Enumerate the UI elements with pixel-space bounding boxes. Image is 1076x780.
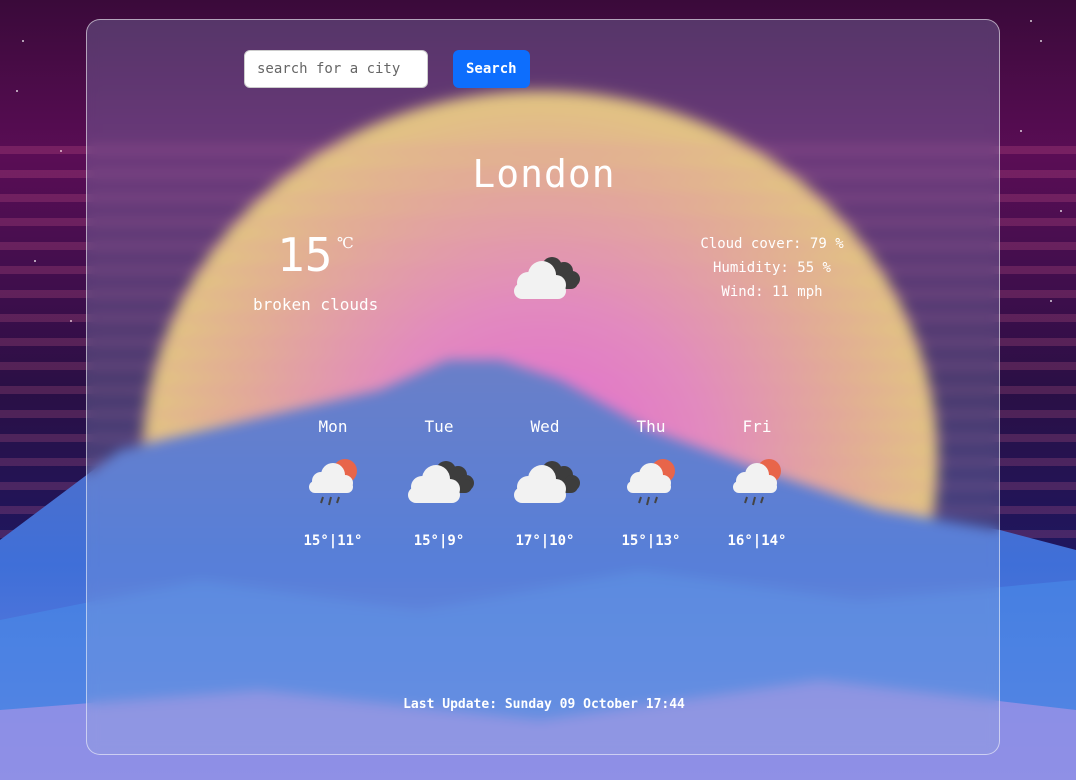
weather-details: Cloud cover: 79 % Humidity: 55 % Wind: 1… — [677, 232, 867, 304]
city-name: London — [472, 152, 616, 196]
last-update-text: Last Update: Sunday 09 October 17:44 — [403, 697, 685, 712]
forecast-day: Tue 15°|9° — [386, 417, 492, 549]
city-search-input[interactable] — [244, 50, 428, 88]
forecast-day: Mon 15°|11° — [280, 417, 386, 549]
forecast-temp-range: 15°|9° — [413, 533, 465, 549]
forecast-day: Fri 16°|14° — [704, 417, 810, 549]
rain-sun-icon — [598, 457, 704, 517]
wind-text: Wind: 11 mph — [721, 284, 823, 300]
forecast-day-name: Thu — [636, 417, 666, 436]
forecast-temp-range: 16°|14° — [727, 533, 787, 549]
forecast-temp-range: 15°|13° — [621, 533, 681, 549]
broken-clouds-icon — [386, 457, 492, 517]
forecast-temp-range: 17°|10° — [515, 533, 575, 549]
rain-sun-icon — [704, 457, 810, 517]
temperature-unit: ℃ — [337, 234, 354, 252]
weather-card: Search London 15 ℃ broken clouds Cloud c… — [86, 19, 1000, 755]
current-temperature: 15 — [277, 228, 333, 282]
cloud-cover-text: Cloud cover: 79 % — [700, 236, 844, 252]
rain-sun-icon — [280, 457, 386, 517]
forecast-day-name: Mon — [318, 417, 348, 436]
broken-clouds-icon — [508, 253, 582, 305]
weather-description: broken clouds — [253, 295, 379, 314]
search-button[interactable]: Search — [453, 50, 530, 88]
forecast-day-name: Tue — [424, 417, 454, 436]
forecast-day: Thu 15°|13° — [598, 417, 704, 549]
humidity-text: Humidity: 55 % — [712, 260, 831, 276]
forecast-day-name: Fri — [742, 417, 772, 436]
forecast-temp-range: 15°|11° — [303, 533, 363, 549]
forecast-day: Wed 17°|10° — [492, 417, 598, 549]
broken-clouds-icon — [492, 457, 598, 517]
forecast-row: Mon 15°|11° Tue 15°|9° Wed 17°|10° Thu 1… — [280, 417, 810, 549]
search-bar: Search — [244, 50, 530, 88]
forecast-day-name: Wed — [530, 417, 560, 436]
